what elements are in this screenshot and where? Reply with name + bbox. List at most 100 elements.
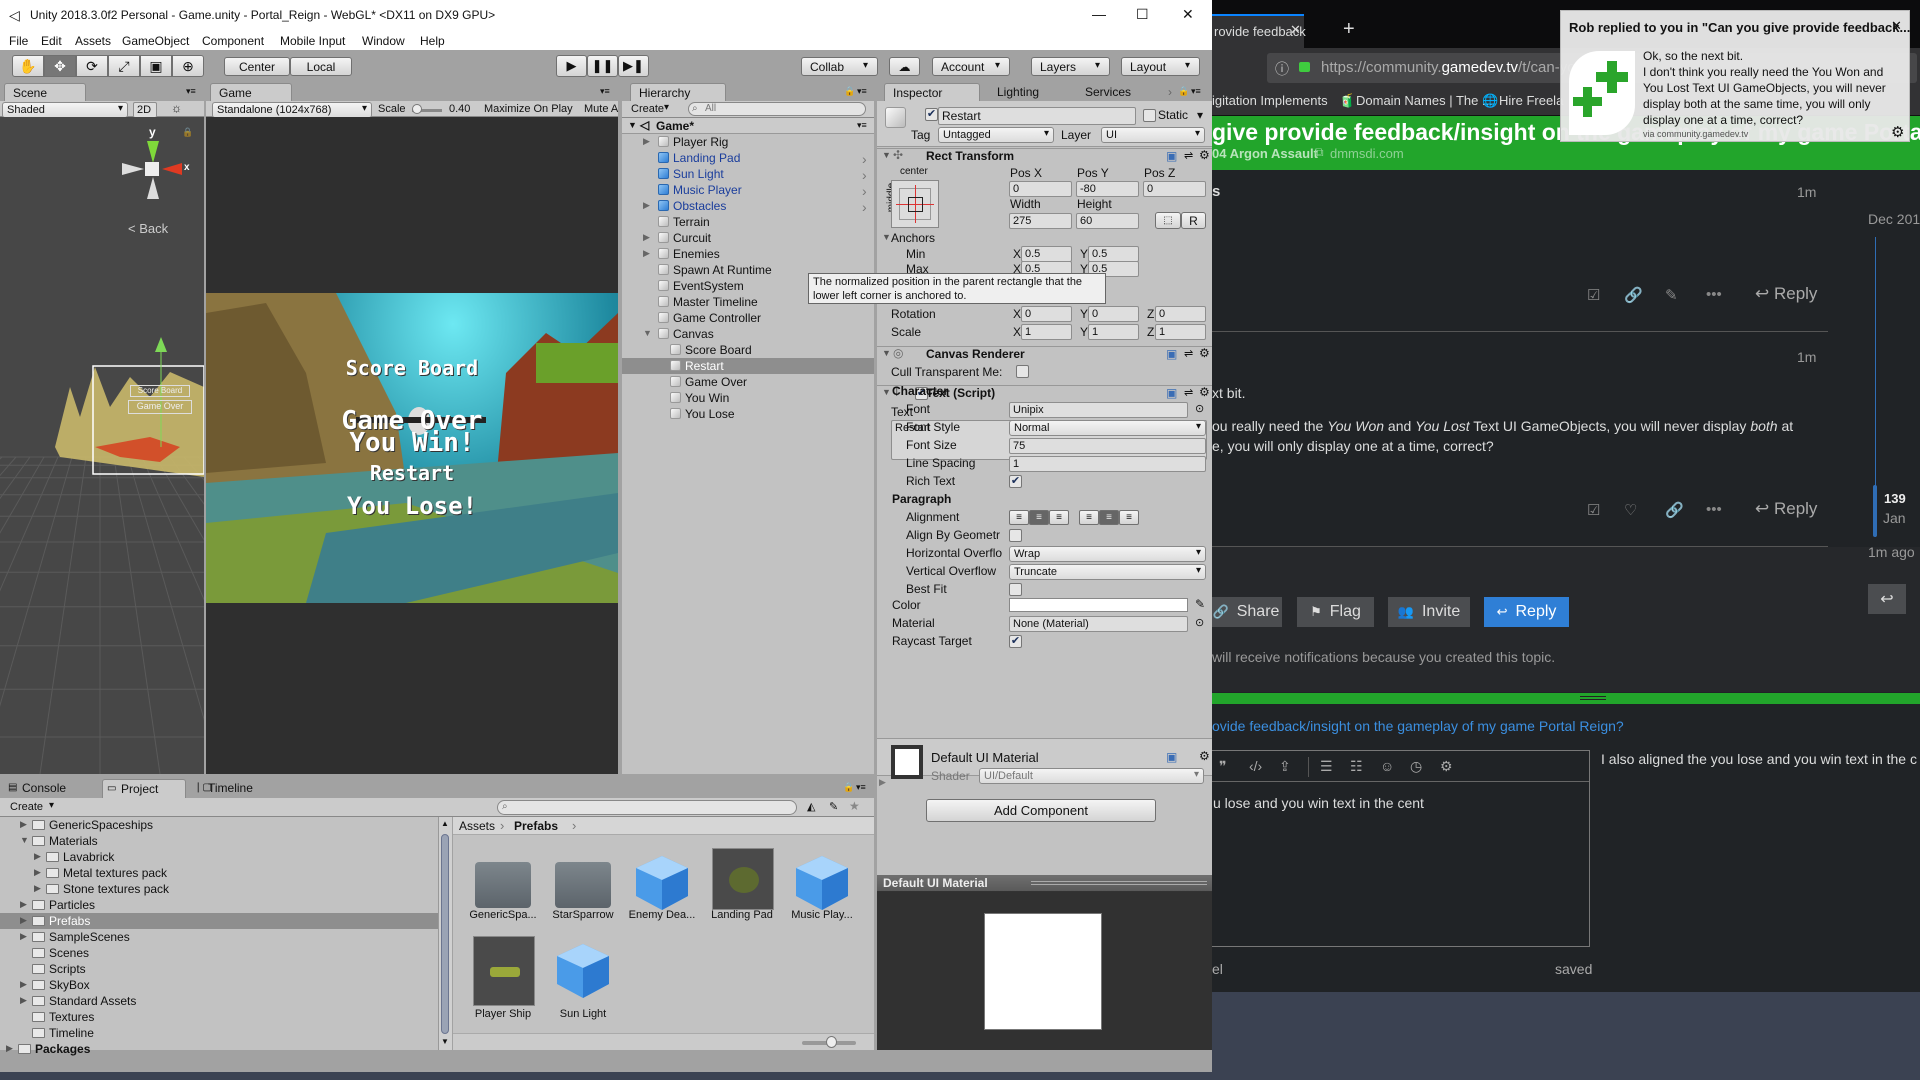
align-bottom-button[interactable]: ≡ (1119, 510, 1139, 525)
hierarchy-item[interactable]: Game Controller (622, 310, 874, 326)
create-dropdown[interactable]: Create (627, 102, 673, 118)
minimize-button[interactable]: — (1092, 6, 1106, 22)
numbered-list-icon[interactable]: ☷ (1350, 758, 1363, 775)
scale-slider-thumb[interactable] (412, 104, 422, 114)
align-right-button[interactable]: ≡ (1049, 510, 1069, 525)
expand-arrow-icon[interactable]: ▼ (20, 835, 29, 845)
raw-edit-button[interactable]: R (1181, 212, 1206, 229)
scroll-down-icon[interactable]: ▼ (441, 1037, 449, 1046)
pause-button[interactable]: ❚❚ (587, 55, 618, 77)
font-size-input[interactable]: 75 (1009, 438, 1206, 454)
foldout-arrow-icon[interactable]: ▼ (882, 387, 891, 397)
best-fit-checkbox[interactable] (1009, 583, 1022, 596)
expand-arrow-icon[interactable]: ▶ (6, 1043, 13, 1054)
component-gear-icon[interactable]: ⚙ (1199, 385, 1210, 399)
rich-text-checkbox[interactable]: ✔ (1009, 475, 1022, 488)
rotate-tool-button[interactable]: ⟳ (76, 55, 108, 77)
height-input[interactable]: 60 (1076, 213, 1139, 229)
timeline-handle[interactable] (1873, 485, 1877, 537)
post2-reply-button[interactable]: ↩ Reply (1755, 499, 1817, 519)
browser-tab[interactable]: rovide feedback ✕ (1212, 14, 1306, 48)
invite-button[interactable]: 👥 Invite (1388, 597, 1470, 627)
chevron-right-icon[interactable]: › (862, 183, 867, 199)
rect-tool-tool-button[interactable]: ▣ (140, 55, 172, 77)
tab-project[interactable]: ▭ Project (102, 779, 186, 798)
hierarchy-item[interactable]: Score Board (622, 342, 874, 358)
step-button[interactable]: ▶❚ (618, 55, 649, 77)
hierarchy-item[interactable]: ▶ Player Rig (622, 134, 874, 150)
hierarchy-item[interactable]: Sun Light › (622, 166, 874, 183)
menu-mobile-input[interactable]: Mobile Input (280, 34, 345, 48)
help-book-icon[interactable]: ▣ (1166, 149, 1177, 163)
presets-icon[interactable]: ⇌ (1184, 347, 1193, 360)
hierarchy-item[interactable]: Restart (622, 358, 874, 374)
resolution-dropdown[interactable]: Standalone (1024x768) (212, 102, 372, 118)
eyedropper-icon[interactable]: ✎ (1195, 597, 1205, 611)
topic-category[interactable]: 04 Argon Assault (1212, 146, 1318, 161)
vertical-overflow-dropdown[interactable]: Truncate (1009, 564, 1206, 580)
preview-header[interactable]: Default UI Material (877, 875, 1212, 892)
scene-orientation-gizmo[interactable]: y x 🔒 (120, 125, 193, 217)
new-tab-icon[interactable]: + (1343, 18, 1355, 41)
anchor-presets-button[interactable] (891, 180, 939, 228)
timeline-back-button[interactable]: ↩ (1868, 584, 1906, 614)
width-input[interactable]: 275 (1009, 213, 1072, 229)
hierarchy-item[interactable]: ▶ Enemies (622, 246, 874, 262)
horizontal-overflow-dropdown[interactable]: Wrap (1009, 546, 1206, 562)
menu-assets[interactable]: Assets (75, 34, 111, 48)
expand-arrow-icon[interactable]: ▶ (20, 915, 27, 926)
scale-x-input[interactable]: 1 (1021, 324, 1072, 340)
align-by-geometry-checkbox[interactable] (1009, 529, 1022, 542)
shading-dropdown[interactable]: Shaded (2, 102, 128, 118)
play-button[interactable]: ▶ (556, 55, 587, 77)
project-folder-item[interactable]: Scenes (0, 945, 438, 961)
project-folder-item[interactable]: ▶ Packages (0, 1041, 438, 1057)
project-folder-item[interactable]: ▶ Prefabs (0, 913, 438, 929)
expand-arrow-icon[interactable]: ▶ (34, 867, 41, 878)
hierarchy-item[interactable]: ▼ Canvas (622, 326, 874, 342)
bookmark-2[interactable]: Domain Names | The ... (1356, 93, 1493, 108)
project-create-dropdown[interactable]: Create (6, 800, 58, 816)
pivot-center-button[interactable]: Center (224, 57, 290, 76)
2d-toggle[interactable]: 2D (133, 102, 157, 118)
object-name-input[interactable]: Restart (938, 107, 1136, 125)
pos-z-input[interactable]: 0 (1143, 181, 1206, 197)
tab-inspector[interactable]: Inspector (884, 83, 980, 102)
asset-item[interactable] (543, 938, 623, 1018)
emoji-icon[interactable]: ☺ (1380, 758, 1394, 774)
project-folder-item[interactable]: Timeline (0, 1025, 438, 1041)
project-folder-item[interactable]: ▶ SampleScenes (0, 929, 438, 945)
expand-arrow-icon[interactable]: ▶ (20, 931, 27, 942)
asset-item[interactable] (463, 936, 543, 1018)
tab-lighting[interactable]: Lighting (989, 83, 1073, 102)
drag-handle[interactable] (1031, 881, 1207, 885)
expand-arrow-icon[interactable]: ▶ (20, 979, 27, 990)
more-icon[interactable]: ••• (1706, 501, 1722, 518)
cull-transparent-checkbox[interactable] (1016, 365, 1029, 378)
project-folder-item[interactable]: ▶ Stone textures pack (0, 881, 438, 897)
upload-icon[interactable]: ⇪ (1279, 758, 1291, 775)
align-center-button[interactable]: ≡ (1029, 510, 1049, 525)
hierarchy-item[interactable]: Landing Pad › (622, 150, 874, 167)
menu-gameobject[interactable]: GameObject (122, 34, 189, 48)
font-style-dropdown[interactable]: Normal (1009, 420, 1206, 436)
breadcrumb-assets[interactable]: Assets (459, 819, 495, 833)
composer-grip[interactable] (1212, 693, 1920, 704)
project-folder-item[interactable]: ▶ GenericSpaceships (0, 817, 438, 833)
static-checkbox[interactable] (1143, 109, 1156, 122)
expand-arrow-icon[interactable]: ▶ (34, 883, 41, 894)
presets-icon[interactable]: ⇌ (1184, 149, 1193, 162)
tab-hierarchy[interactable]: Hierarchy (630, 83, 726, 102)
maximize-button[interactable]: ☐ (1136, 6, 1149, 23)
add-component-button[interactable]: Add Component (926, 799, 1156, 822)
hierarchy-search-input[interactable]: All ⌕ (688, 102, 866, 116)
filter-by-label-icon[interactable]: ✎ (829, 800, 838, 813)
hierarchy-item[interactable]: Terrain (622, 214, 874, 230)
menu-help[interactable]: Help (420, 34, 445, 48)
hierarchy-item[interactable]: Game Over (622, 374, 874, 390)
component-gear-icon[interactable]: ⚙ (1199, 346, 1210, 360)
chevron-right-icon[interactable]: › (862, 167, 867, 183)
solved-checkbox-icon[interactable]: ☑ (1587, 286, 1600, 304)
project-folder-item[interactable]: ▶ Metal textures pack (0, 865, 438, 881)
scroll-up-icon[interactable]: ▲ (441, 819, 449, 828)
